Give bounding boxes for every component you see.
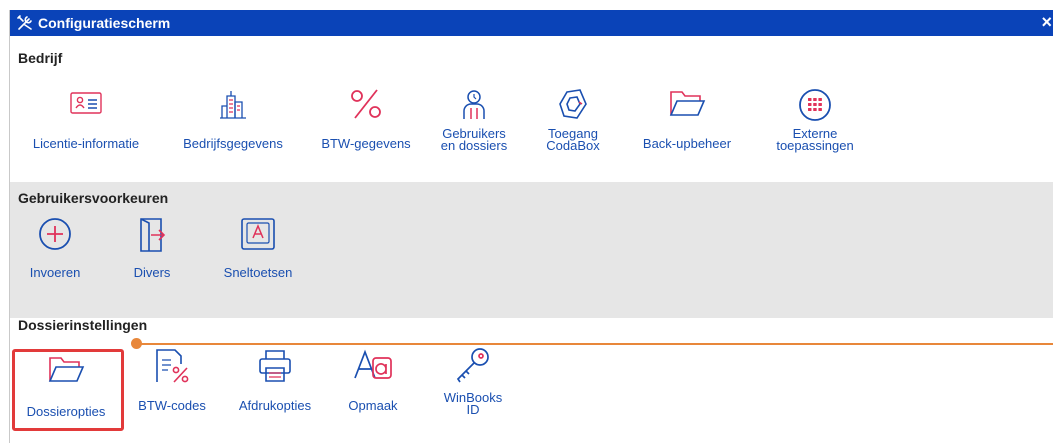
afdrukopties-item[interactable]: Afdrukopties bbox=[222, 348, 328, 414]
folder-icon bbox=[669, 91, 706, 116]
btw-codes-item[interactable]: BTW-codes bbox=[130, 348, 214, 414]
dossieropties-item[interactable]: Dossieropties bbox=[14, 354, 118, 420]
afdrukopties-label: Afdrukopties bbox=[238, 398, 312, 413]
close-button[interactable]: × bbox=[1041, 11, 1052, 33]
title-bar: Configuratiescherm × bbox=[10, 10, 1053, 36]
licentie-informatie-item[interactable]: Licentie-informatie bbox=[16, 88, 156, 152]
percent-icon bbox=[351, 89, 381, 119]
section-title-bedrijf: Bedrijf bbox=[18, 50, 63, 66]
user-icon bbox=[463, 90, 485, 119]
text-style-icon bbox=[354, 349, 392, 379]
invoeren-label: Invoeren bbox=[29, 265, 81, 280]
configuration-window: Configuratiescherm × Bedrijf Licentie-in… bbox=[9, 10, 1053, 443]
opmaak-item[interactable]: Opmaak bbox=[340, 348, 406, 414]
toegang-codabox-label-line2: CodaBox bbox=[546, 138, 600, 153]
licentie-informatie-label: Licentie-informatie bbox=[32, 136, 140, 151]
section-gebruikersvoorkeuren: Gebruikersvoorkeuren Invoeren Divers Sne bbox=[10, 182, 1053, 318]
back-upbeheer-label: Back-upbeheer bbox=[642, 136, 732, 151]
bedrijfsgegevens-item[interactable]: Bedrijfsgegevens bbox=[168, 88, 298, 152]
invoeren-item[interactable]: Invoeren bbox=[18, 217, 92, 281]
section-dossierinstellingen: Dossierinstellingen Dossieropties BTW-co… bbox=[10, 310, 1053, 443]
winbooks-id-label-line2: ID bbox=[466, 402, 480, 417]
key-icon bbox=[456, 348, 489, 383]
divers-item[interactable]: Divers bbox=[126, 217, 178, 281]
keypad-icon bbox=[799, 89, 831, 121]
keyboard-key-icon bbox=[241, 218, 275, 250]
externe-toepassingen-label-line2: toepassingen bbox=[776, 138, 854, 153]
window-title: Configuratiescherm bbox=[38, 15, 171, 31]
section-bedrijf: Bedrijf Licentie-informatie Bedrijfsgege… bbox=[10, 36, 1053, 189]
sneltoetsen-item[interactable]: Sneltoetsen bbox=[208, 217, 308, 281]
plus-circle-icon bbox=[39, 218, 71, 250]
toegang-codabox-item[interactable]: Toegang CodaBox bbox=[538, 88, 608, 152]
document-percent-icon bbox=[156, 349, 189, 383]
btw-codes-label: BTW-codes bbox=[138, 398, 206, 413]
printer-icon bbox=[259, 350, 291, 382]
back-upbeheer-item[interactable]: Back-upbeheer bbox=[622, 88, 752, 152]
section-title-gebruikersvoorkeuren: Gebruikersvoorkeuren bbox=[18, 190, 169, 206]
btw-gegevens-label: BTW-gegevens bbox=[321, 136, 411, 151]
building-icon bbox=[220, 91, 246, 119]
gebruikers-label-line2: en dossiers bbox=[440, 138, 508, 153]
folder-icon bbox=[48, 357, 85, 382]
opmaak-label: Opmaak bbox=[348, 398, 398, 413]
annotation-line bbox=[140, 343, 1053, 345]
externe-toepassingen-item[interactable]: Externe toepassingen bbox=[760, 88, 870, 152]
divers-label: Divers bbox=[133, 265, 171, 280]
id-card-icon bbox=[70, 92, 102, 114]
door-arrow-icon bbox=[140, 218, 166, 252]
tools-icon bbox=[16, 14, 34, 32]
codabox-icon bbox=[559, 89, 587, 119]
section-title-dossierinstellingen: Dossierinstellingen bbox=[18, 317, 148, 333]
bedrijfsgegevens-label: Bedrijfsgegevens bbox=[183, 136, 283, 151]
dossieropties-label: Dossieropties bbox=[26, 404, 106, 419]
winbooks-id-item[interactable]: WinBooks ID bbox=[436, 346, 510, 416]
sneltoetsen-label: Sneltoetsen bbox=[223, 265, 293, 280]
gebruikers-item[interactable]: Gebruikers en dossiers bbox=[434, 88, 514, 152]
btw-gegevens-item[interactable]: BTW-gegevens bbox=[310, 88, 422, 152]
